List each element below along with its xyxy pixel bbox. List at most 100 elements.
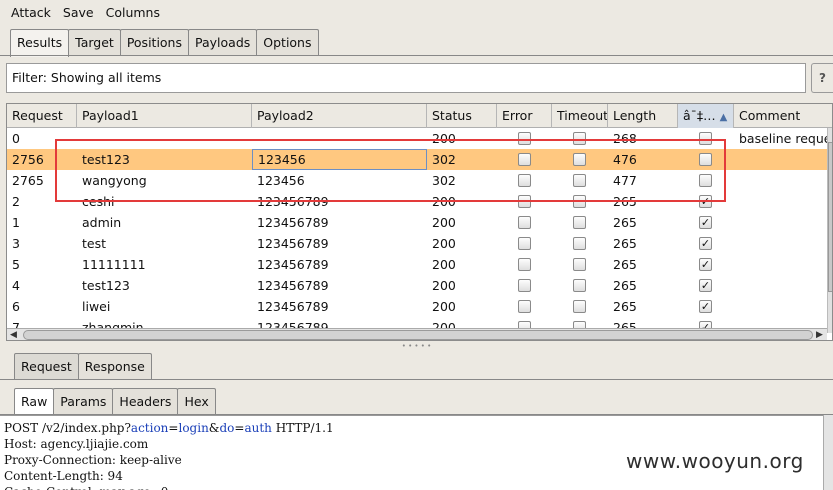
tab-raw[interactable]: Raw [14,388,55,414]
timeout-checkbox[interactable] [573,153,586,166]
error-checkbox[interactable] [518,300,531,313]
request-line: POST /v2/index.php?action=login&do=auth … [4,420,823,436]
column-comment[interactable]: Comment [734,104,832,128]
cell-comment [734,296,827,317]
column-request[interactable]: Request [7,104,77,128]
cell-payload1: test123 [82,278,130,293]
cell-request: 1 [12,215,20,230]
tab-positions[interactable]: Positions [119,29,189,55]
flag-checkbox[interactable]: ✓ [699,258,712,271]
cell-payload2: 123456789 [257,257,329,272]
flag-checkbox[interactable]: ✓ [699,195,712,208]
column-grep-match[interactable]: â¯‡… ▲ [678,104,734,128]
table-row[interactable]: 2756 test123 123456 302 476 [7,149,827,170]
cell-status: 200 [432,236,456,251]
cell-length: 265 [613,257,637,272]
timeout-checkbox[interactable] [573,216,586,229]
cell-length: 476 [613,152,637,167]
request-text: = [168,421,179,435]
menu-attack[interactable]: Attack [8,5,54,20]
tab-divider [0,55,833,56]
error-checkbox[interactable] [518,132,531,145]
table-row[interactable]: 1 admin 123456789 200 265 ✓ [7,212,827,233]
timeout-checkbox[interactable] [573,258,586,271]
cell-status: 302 [432,173,456,188]
cell-status: 200 [432,131,456,146]
cell-payload2: 123456789 [257,194,329,209]
tab-target[interactable]: Target [68,29,121,55]
error-checkbox[interactable] [518,237,531,250]
cell-payload2: 123456789 [257,236,329,251]
table-row[interactable]: 4 test123 123456789 200 265 ✓ [7,275,827,296]
flag-checkbox[interactable]: ✓ [699,279,712,292]
cell-payload1: test123 [82,152,130,167]
cell-length: 265 [613,236,637,251]
table-row[interactable]: 3 test 123456789 200 265 ✓ [7,233,827,254]
tab-headers[interactable]: Headers [112,388,179,414]
column-length[interactable]: Length [608,104,678,128]
table-row[interactable]: 2 ceshi 123456789 200 265 ✓ [7,191,827,212]
column-timeout[interactable]: Timeout [552,104,608,128]
tab-results[interactable]: Results [10,29,70,57]
flag-checkbox[interactable] [699,153,712,166]
table-row[interactable]: 0 200 268 baseline reque [7,128,827,149]
flag-checkbox[interactable]: ✓ [699,300,712,313]
tab-request[interactable]: Request [14,353,79,379]
error-checkbox[interactable] [518,174,531,187]
error-checkbox[interactable] [518,258,531,271]
column-error[interactable]: Error [497,104,552,128]
cell-payload1: admin [82,215,122,230]
cell-request: 0 [12,131,20,146]
cell-payload2 [252,128,427,149]
request-param-token: auth [244,421,272,435]
results-table: Request Payload1 Payload2 Status Error T… [6,103,833,341]
cell-payload1 [77,128,252,149]
timeout-checkbox[interactable] [573,237,586,250]
column-status[interactable]: Status [427,104,497,128]
scroll-right-icon[interactable]: ▶ [816,330,823,340]
split-pane-divider[interactable]: • • • • • [0,343,833,350]
table-row[interactable]: 5 11111111 123456789 200 265 ✓ [7,254,827,275]
flag-checkbox[interactable] [699,132,712,145]
error-checkbox[interactable] [518,216,531,229]
timeout-checkbox[interactable] [573,195,586,208]
error-checkbox[interactable] [518,195,531,208]
table-vertical-scrollbar[interactable] [827,128,832,333]
cell-payload1: 11111111 [82,257,146,272]
tab-params[interactable]: Params [53,388,114,414]
request-tab-divider [0,379,833,380]
horizontal-scroll-thumb[interactable] [23,330,813,340]
table-row[interactable]: 6 liwei 123456789 200 265 ✓ [7,296,827,317]
timeout-checkbox[interactable] [573,300,586,313]
tab-options[interactable]: Options [256,29,319,55]
tab-response[interactable]: Response [77,353,152,379]
vertical-scroll-thumb[interactable] [828,142,832,292]
flag-checkbox[interactable]: ✓ [699,237,712,250]
flag-checkbox[interactable]: ✓ [699,216,712,229]
cell-length: 265 [613,278,637,293]
cell-request: 3 [12,236,20,251]
cell-payload2: 123456 [252,149,427,170]
tab-payloads[interactable]: Payloads [188,29,258,55]
column-payload1[interactable]: Payload1 [77,104,252,128]
timeout-checkbox[interactable] [573,174,586,187]
timeout-checkbox[interactable] [573,279,586,292]
menu-columns[interactable]: Columns [103,5,163,20]
menu-save[interactable]: Save [60,5,97,20]
help-button[interactable]: ? [811,63,833,93]
error-checkbox[interactable] [518,279,531,292]
request-text: Content-Length: 94 [4,469,123,483]
cell-status: 200 [432,194,456,209]
filter-bar[interactable]: Filter: Showing all items [6,63,806,93]
table-horizontal-scrollbar[interactable]: ◀ ▶ [7,328,827,340]
request-text: = [234,421,245,435]
table-row[interactable]: 2765 wangyong 123456 302 477 [7,170,827,191]
error-checkbox[interactable] [518,153,531,166]
request-text: Cache-Control: max-age=0 [4,485,168,490]
scroll-left-icon[interactable]: ◀ [10,330,17,340]
tab-hex[interactable]: Hex [177,388,216,414]
column-payload2[interactable]: Payload2 [252,104,427,128]
timeout-checkbox[interactable] [573,132,586,145]
request-vertical-scrollbar[interactable] [823,415,833,490]
flag-checkbox[interactable] [699,174,712,187]
